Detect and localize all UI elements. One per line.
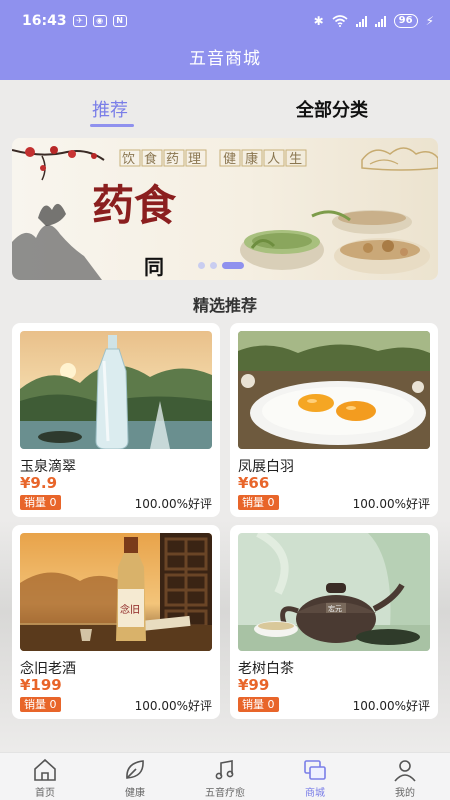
app-notification-icon: ◉ bbox=[92, 15, 107, 27]
nav-label: 五音疗愈 bbox=[205, 788, 245, 799]
shop-icon bbox=[304, 760, 326, 780]
nav-mine[interactable]: 我的 bbox=[370, 757, 440, 799]
product-image-eggs bbox=[238, 331, 430, 449]
top-tabs: 推荐 全部分类 bbox=[0, 90, 450, 130]
banner-dot-2[interactable] bbox=[210, 262, 217, 269]
product-price: ¥66 bbox=[238, 474, 270, 492]
banner-pagination bbox=[198, 262, 244, 269]
nav-home[interactable]: 首页 bbox=[10, 757, 80, 799]
product-sales-badge: 销量 0 bbox=[20, 495, 61, 510]
tab-active-indicator bbox=[90, 124, 134, 127]
product-image-liquor: 念旧 bbox=[20, 533, 212, 651]
bluetooth-icon: ✱ bbox=[313, 14, 324, 28]
tab-recommend[interactable]: 推荐 bbox=[92, 96, 128, 122]
product-price: ¥99 bbox=[238, 676, 270, 694]
bottom-nav: 首页 健康 五音疗愈 商城 我的 bbox=[0, 752, 450, 800]
banner-caption-sub: 同 bbox=[144, 255, 164, 279]
nav-label: 首页 bbox=[35, 788, 55, 799]
nav-health[interactable]: 健康 bbox=[100, 757, 170, 799]
wifi-icon bbox=[332, 15, 348, 27]
signal-icon-1 bbox=[355, 15, 367, 27]
product-name: 玉泉滴翠 bbox=[20, 459, 76, 475]
banner-illustration: 饮食药理 健康人生 药食 同 bbox=[12, 138, 438, 280]
status-bar: 16:43 ✈ ◉ N ✱ 96 ⚡ bbox=[0, 0, 450, 42]
product-card[interactable]: 玉泉滴翠 ¥9.9 销量 0 100.00%好评 bbox=[12, 323, 220, 517]
product-name: 念旧老酒 bbox=[20, 661, 76, 677]
status-time: 16:43 bbox=[22, 13, 67, 29]
nav-label: 健康 bbox=[125, 788, 145, 799]
banner-caption-main: 药食 bbox=[92, 181, 177, 230]
nfc-icon: N bbox=[112, 15, 127, 27]
product-name: 老树白茶 bbox=[238, 661, 294, 677]
product-image-water bbox=[20, 331, 212, 449]
charging-icon: ⚡ bbox=[425, 14, 434, 28]
nav-label: 商城 bbox=[305, 788, 325, 799]
product-grid: 玉泉滴翠 ¥9.9 销量 0 100.00%好评 凤展白羽 ¥66 销量 0 1… bbox=[12, 323, 440, 723]
leaf-icon bbox=[126, 760, 144, 779]
product-card[interactable]: 宏元 老树白茶 ¥99 销量 0 100.00%好评 bbox=[230, 525, 438, 719]
product-rating: 100.00%好评 bbox=[352, 497, 430, 511]
banner-dot-3[interactable] bbox=[222, 262, 244, 269]
teapot-label-text: 宏元 bbox=[328, 604, 342, 613]
promo-banner[interactable]: 饮食药理 健康人生 药食 同 bbox=[12, 138, 438, 280]
status-right: ✱ 96 ⚡ bbox=[314, 14, 434, 28]
product-card[interactable]: 念旧 念旧老酒 ¥199 销量 0 100.00%好评 bbox=[12, 525, 220, 719]
product-rating: 100.00%好评 bbox=[134, 497, 212, 511]
product-sales-badge: 销量 0 bbox=[238, 697, 279, 712]
battery-indicator: 96 bbox=[393, 14, 418, 28]
signal-icon-2 bbox=[374, 15, 386, 27]
product-rating: 100.00%好评 bbox=[352, 699, 430, 713]
banner-dot-1[interactable] bbox=[198, 262, 205, 269]
product-sales-badge: 销量 0 bbox=[238, 495, 279, 510]
notification-icon: ✈ bbox=[72, 15, 87, 27]
page-title: 五音商城 bbox=[0, 42, 450, 80]
nav-healing[interactable]: 五音疗愈 bbox=[190, 757, 260, 799]
product-name: 凤展白羽 bbox=[238, 459, 294, 475]
nav-shop[interactable]: 商城 bbox=[280, 757, 350, 799]
status-left: 16:43 ✈ ◉ N bbox=[22, 13, 127, 29]
bottle-label-text: 念旧 bbox=[120, 603, 140, 616]
product-rating: 100.00%好评 bbox=[134, 699, 212, 713]
product-image-tea: 宏元 bbox=[238, 533, 430, 651]
product-price: ¥199 bbox=[20, 676, 62, 694]
product-price: ¥9.9 bbox=[20, 474, 58, 492]
nav-label: 我的 bbox=[395, 788, 415, 799]
banner-caption-top: 饮食药理 健康人生 bbox=[122, 151, 311, 167]
tab-all-categories[interactable]: 全部分类 bbox=[296, 96, 368, 122]
home-icon bbox=[34, 758, 56, 781]
product-sales-badge: 销量 0 bbox=[20, 697, 61, 712]
section-title-featured: 精选推荐 bbox=[192, 296, 257, 315]
music-note-icon bbox=[215, 760, 234, 780]
product-card[interactable]: 凤展白羽 ¥66 销量 0 100.00%好评 bbox=[230, 323, 438, 517]
user-icon bbox=[394, 760, 416, 782]
